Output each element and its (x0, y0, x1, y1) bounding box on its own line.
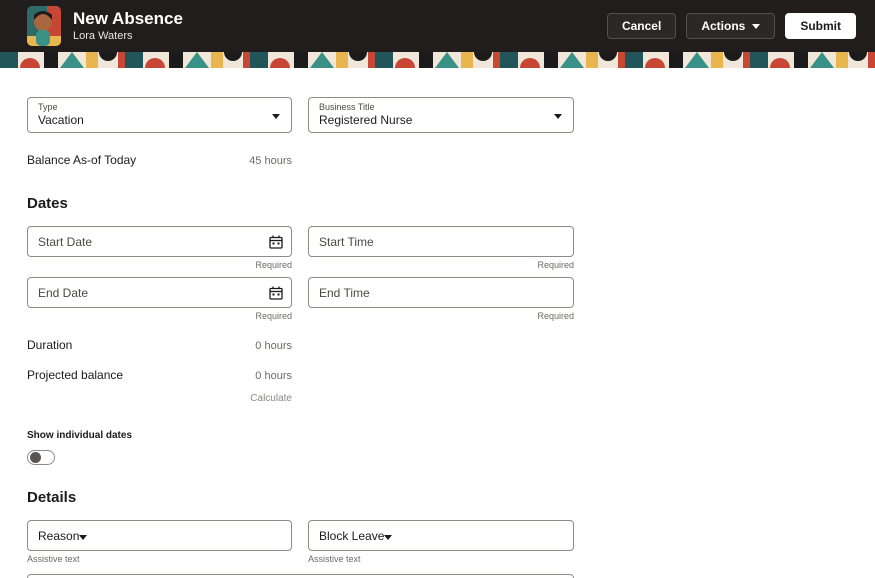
cancel-button[interactable]: Cancel (607, 13, 676, 39)
header-titles: New Absence Lora Waters (73, 10, 183, 43)
start-row: Required Required (27, 226, 875, 271)
individual-dates-toggle[interactable] (27, 450, 55, 465)
business-title-select-label: Business Title (319, 102, 563, 113)
header-actions: Cancel Actions Submit (607, 13, 856, 39)
chevron-wrap (384, 527, 392, 545)
individual-dates-section: Show individual dates (27, 430, 875, 465)
absence-form: Type Vacation Business Title Registered … (0, 68, 875, 578)
chevron-wrap (554, 106, 562, 124)
end-time-input-wrap (308, 277, 574, 308)
start-date-field: Required (27, 226, 292, 271)
start-time-input-wrap (308, 226, 574, 257)
reason-select[interactable]: Reason (27, 520, 292, 551)
calculate-row: Calculate (27, 388, 292, 406)
app-header: New Absence Lora Waters Cancel Actions S… (0, 0, 875, 52)
chevron-down-icon (752, 24, 760, 29)
reason-assistive-text: Assistive text (27, 554, 292, 564)
business-title-select[interactable]: Business Title Registered Nurse (308, 97, 574, 133)
submit-button[interactable]: Submit (785, 13, 856, 39)
chevron-wrap (272, 106, 280, 124)
end-time-input[interactable] (308, 277, 574, 308)
block-leave-assistive-text: Assistive text (308, 554, 574, 564)
chevron-wrap (79, 527, 87, 545)
projected-balance-value: 0 hours (255, 370, 292, 382)
start-date-input[interactable] (27, 226, 292, 257)
start-time-required: Required (308, 260, 574, 271)
end-date-required: Required (27, 311, 292, 322)
reason-field: Reason Assistive text (27, 520, 292, 564)
block-leave-select-value: Block Leave (319, 529, 384, 543)
actions-button-label: Actions (701, 19, 745, 33)
dates-heading: Dates (27, 195, 875, 212)
page-title: New Absence (73, 10, 183, 29)
page-subtitle: Lora Waters (73, 30, 183, 42)
projected-balance-row: Projected balance 0 hours (27, 368, 292, 382)
type-select-label: Type (38, 102, 281, 113)
duration-row: Duration 0 hours (27, 338, 292, 352)
actions-button[interactable]: Actions (686, 13, 775, 39)
chevron-down-icon (554, 114, 562, 119)
chevron-down-icon (272, 114, 280, 119)
calculate-link[interactable]: Calculate (250, 393, 292, 404)
type-select[interactable]: Type Vacation (27, 97, 292, 133)
duration-label: Duration (27, 338, 72, 352)
end-date-input[interactable] (27, 277, 292, 308)
details-heading: Details (27, 489, 875, 506)
balance-row: Balance As-of Today 45 hours (27, 153, 292, 167)
start-date-required: Required (27, 260, 292, 271)
decorative-banner (0, 52, 875, 68)
end-date-field: Required (27, 277, 292, 322)
reason-select-value: Reason (38, 529, 79, 543)
calendar-icon[interactable] (269, 235, 283, 249)
avatar (27, 6, 61, 46)
calendar-icon[interactable] (269, 286, 283, 300)
cancel-button-label: Cancel (622, 19, 661, 33)
comments-textarea[interactable]: Comments (27, 574, 574, 578)
chevron-down-icon (384, 535, 392, 540)
end-row: Required Required (27, 277, 875, 322)
duration-value: 0 hours (255, 340, 292, 352)
projected-balance-label: Projected balance (27, 368, 123, 382)
block-leave-select[interactable]: Block Leave (308, 520, 574, 551)
chevron-down-icon (79, 535, 87, 540)
balance-label: Balance As-of Today (27, 153, 136, 167)
block-leave-field: Block Leave Assistive text (308, 520, 574, 564)
start-time-input[interactable] (308, 226, 574, 257)
toggle-knob (30, 452, 41, 463)
end-date-input-wrap (27, 277, 292, 308)
end-time-field: Required (308, 277, 574, 322)
individual-dates-label: Show individual dates (27, 430, 875, 441)
balance-value: 45 hours (249, 155, 292, 167)
business-title-select-value: Registered Nurse (319, 113, 563, 129)
type-row: Type Vacation Business Title Registered … (27, 97, 875, 133)
submit-button-label: Submit (800, 19, 841, 33)
end-time-required: Required (308, 311, 574, 322)
start-date-input-wrap (27, 226, 292, 257)
details-row: Reason Assistive text Block Leave Assist… (27, 520, 875, 564)
type-select-value: Vacation (38, 113, 281, 129)
start-time-field: Required (308, 226, 574, 271)
